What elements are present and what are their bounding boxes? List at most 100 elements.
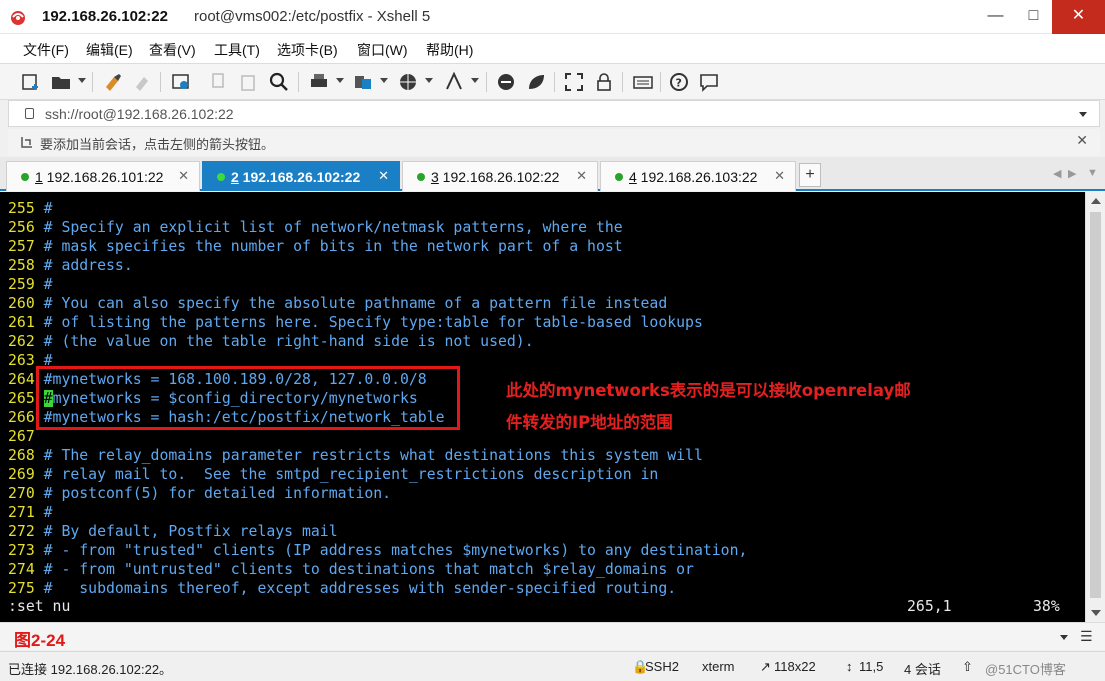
line-content: #: [34, 504, 53, 521]
vim-command: :set nu: [8, 598, 71, 615]
terminal-line: 260 # You can also specify the absolute …: [8, 294, 747, 313]
reconnect-icon[interactable]: [102, 71, 124, 93]
find-icon[interactable]: [268, 71, 290, 93]
line-number: 273: [8, 542, 35, 559]
menu-file[interactable]: 文件(F): [23, 40, 69, 60]
tab-scroll-left-icon[interactable]: ◀: [1053, 167, 1061, 180]
maximize-button[interactable]: □: [1015, 0, 1052, 34]
new-session-icon[interactable]: [20, 71, 42, 93]
paste-icon[interactable]: [238, 71, 260, 93]
terminal-size: 118x22: [774, 659, 816, 674]
line-number: 256: [8, 219, 35, 236]
hint-close-icon[interactable]: ✕: [1076, 132, 1088, 149]
address-input[interactable]: ssh://root@192.168.26.102:22: [45, 106, 234, 122]
tab-close-icon[interactable]: ✕: [576, 168, 587, 184]
tab-session-2[interactable]: 2 192.168.26.102:22 ✕: [202, 161, 400, 191]
line-content: # - from "untrusted" clients to destinat…: [34, 561, 694, 578]
compose-menu-icon[interactable]: ☰: [1080, 628, 1093, 645]
line-content: # The relay_domains parameter restricts …: [34, 447, 703, 464]
terminal-line: 261 # of listing the patterns here. Spec…: [8, 313, 747, 332]
tab-session-3[interactable]: 3 192.168.26.102:22 ✕: [402, 161, 598, 191]
tab-session-4[interactable]: 4 192.168.26.103:22 ✕: [600, 161, 796, 191]
script-icon[interactable]: [525, 71, 547, 93]
tab-list-icon[interactable]: ▼: [1087, 167, 1098, 179]
connection-status: 已连接 192.168.26.102:22。: [8, 662, 173, 677]
terminal-line: 270 # postconf(5) for detailed informati…: [8, 484, 747, 503]
toolbar: ?: [0, 64, 1105, 100]
line-number: 274: [8, 561, 35, 578]
menu-tools[interactable]: 工具(T): [214, 40, 260, 60]
disconnect-icon[interactable]: [132, 71, 154, 93]
open-dropdown-icon[interactable]: [78, 78, 86, 83]
terminal[interactable]: 255 #256 # Specify an explicit list of n…: [0, 192, 1085, 622]
menu-view[interactable]: 查看(V): [149, 40, 196, 60]
print-dropdown-icon[interactable]: [336, 78, 344, 83]
close-button[interactable]: ✕: [1052, 0, 1105, 34]
line-number: 270: [8, 485, 35, 502]
connected-dot-icon: [21, 173, 29, 181]
line-number: 260: [8, 295, 35, 312]
line-number: 257: [8, 238, 35, 255]
tab-session-1[interactable]: 1 192.168.26.101:22 ✕: [6, 161, 200, 191]
tab-bar: 1 192.168.26.101:22 ✕ 2 192.168.26.102:2…: [0, 157, 1105, 191]
terminal-line: 269 # relay mail to. See the smtpd_recip…: [8, 465, 747, 484]
svg-text:?: ?: [676, 77, 682, 90]
compose-dropdown-icon[interactable]: [1060, 635, 1068, 640]
caps-icon: ⇧: [962, 659, 973, 674]
terminal-line: 272 # By default, Postfix relays mail: [8, 522, 747, 541]
add-tab-button[interactable]: +: [799, 163, 821, 187]
address-bar[interactable]: ssh://root@192.168.26.102:22: [8, 100, 1100, 127]
line-number: 262: [8, 333, 35, 350]
transfer-dropdown-icon[interactable]: [380, 78, 388, 83]
line-number: 271: [8, 504, 35, 521]
menu-tabs[interactable]: 选项卡(B): [277, 40, 338, 60]
xshell-app-icon[interactable]: [8, 7, 28, 27]
xftp-icon[interactable]: [495, 71, 517, 93]
transfer-icon[interactable]: [352, 71, 374, 93]
terminal-scrollbar[interactable]: [1085, 192, 1105, 622]
menu-edit[interactable]: 编辑(E): [86, 40, 133, 60]
fullscreen-icon[interactable]: [563, 71, 585, 93]
status-bar: 已连接 192.168.26.102:22。 🔒 SSH2 xterm ↗ 11…: [0, 651, 1105, 681]
globe-dropdown-icon[interactable]: [425, 78, 433, 83]
line-number: 275: [8, 580, 35, 597]
address-dropdown-icon[interactable]: [1079, 112, 1087, 117]
menu-window[interactable]: 窗口(W): [357, 40, 408, 60]
compose-bar: 图2-24 ☰: [0, 622, 1105, 650]
keyboard-icon[interactable]: [632, 71, 654, 93]
open-folder-icon[interactable]: [50, 71, 72, 93]
scroll-thumb[interactable]: [1090, 212, 1101, 598]
line-number: 266: [8, 409, 35, 426]
help-icon[interactable]: ?: [668, 71, 690, 93]
terminal-type: xterm: [702, 659, 735, 674]
line-content: # By default, Postfix relays mail: [34, 523, 338, 540]
menu-help[interactable]: 帮助(H): [426, 40, 473, 60]
scroll-up-icon[interactable]: [1091, 198, 1101, 204]
add-session-arrow-icon[interactable]: [20, 135, 34, 149]
properties-icon[interactable]: [170, 71, 192, 93]
line-content: # (the value on the table right-hand sid…: [34, 333, 534, 350]
copy-icon[interactable]: [208, 71, 230, 93]
annotation-text: 此处的mynetworks表示的是可以接收openrelay邮 件转发的IP地址…: [506, 381, 911, 432]
tab-close-icon[interactable]: ✕: [178, 168, 189, 184]
line-content: # You can also specify the absolute path…: [34, 295, 668, 312]
font-icon[interactable]: [443, 71, 465, 93]
terminal-line: 273 # - from "trusted" clients (IP addre…: [8, 541, 747, 560]
terminal-line: 259 #: [8, 275, 747, 294]
terminal-line: 255 #: [8, 199, 747, 218]
tab-close-icon[interactable]: ✕: [774, 168, 785, 184]
tab-close-icon[interactable]: ✕: [378, 168, 389, 184]
line-content: #: [34, 276, 53, 293]
line-number: 265: [8, 390, 35, 407]
scroll-down-icon[interactable]: [1091, 610, 1101, 616]
tab-scroll-right-icon[interactable]: ▶: [1068, 167, 1076, 180]
window-title-host: 192.168.26.102:22: [42, 8, 168, 25]
vim-cursor-position: 265,1: [907, 598, 952, 615]
font-dropdown-icon[interactable]: [471, 78, 479, 83]
globe-icon[interactable]: [397, 71, 419, 93]
print-icon[interactable]: [308, 71, 330, 93]
lock-toolbar-icon[interactable]: [593, 71, 615, 93]
minimize-button[interactable]: —: [977, 0, 1014, 34]
line-number: 261: [8, 314, 35, 331]
chat-icon[interactable]: [698, 71, 720, 93]
